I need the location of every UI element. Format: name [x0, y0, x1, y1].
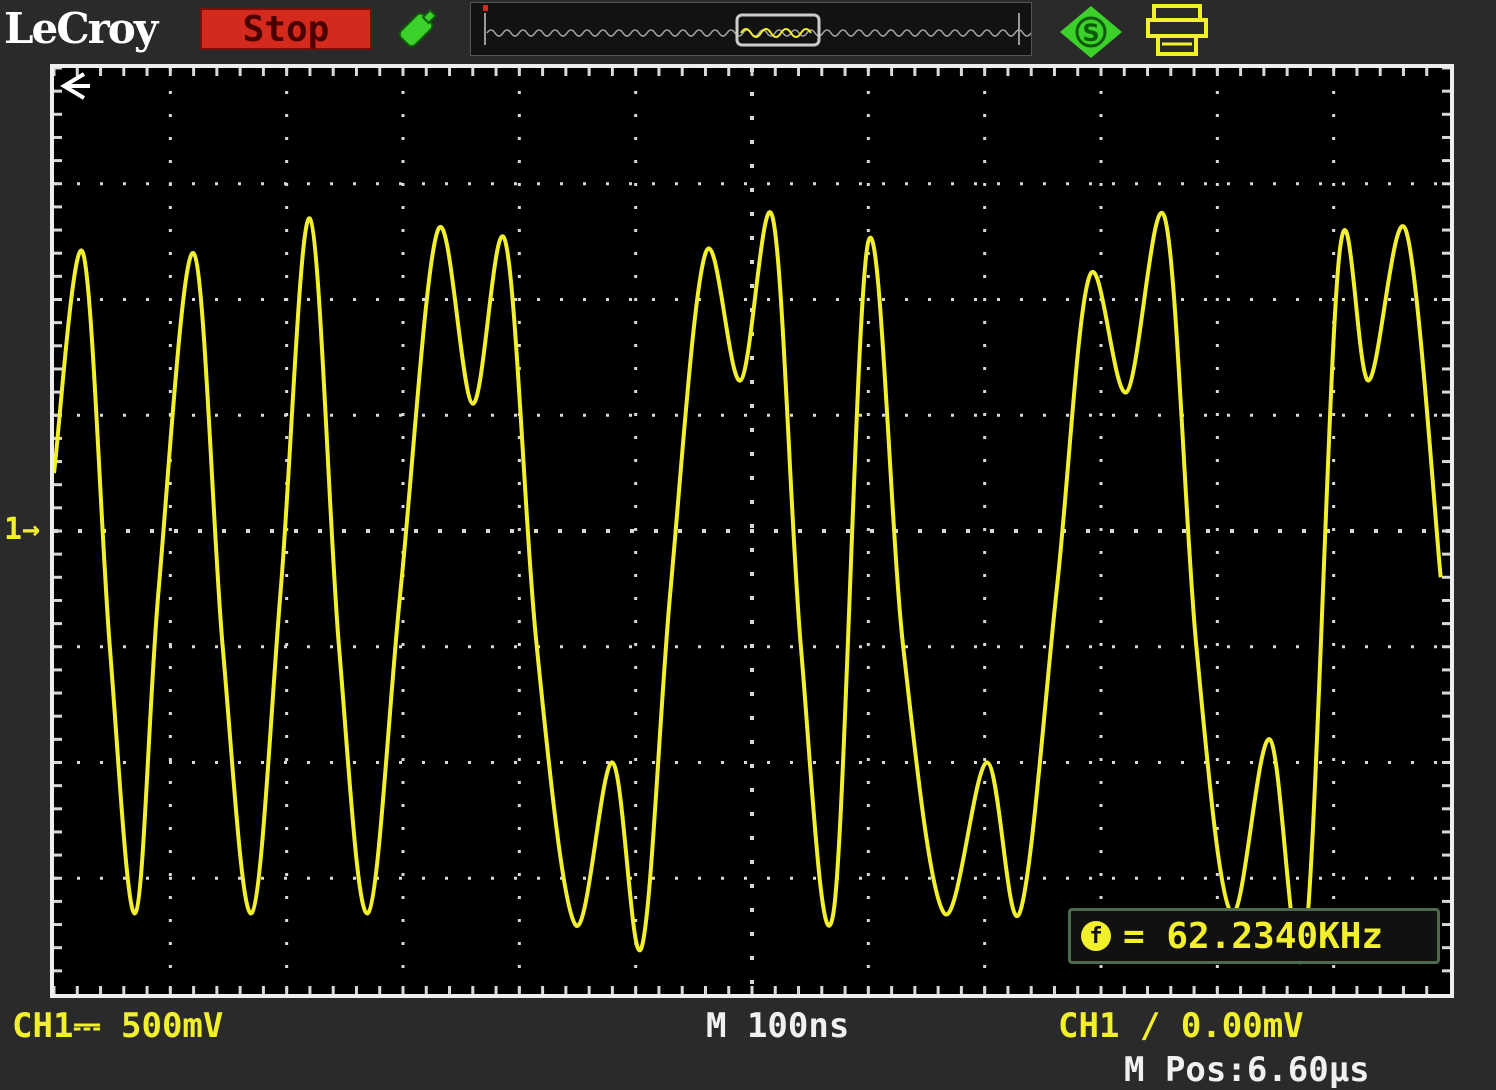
ch1-waveform-trace: [54, 210, 1443, 964]
record-overview-strip[interactable]: [470, 2, 1032, 56]
timebase-readout: M 100ns: [706, 1006, 850, 1046]
trigger-marker: [483, 5, 488, 11]
brand-logo: LeCroy: [4, 4, 158, 53]
s-icon[interactable]: S: [1056, 4, 1126, 60]
horizontal-position-readout: M Pos:6.60µs: [1124, 1050, 1370, 1090]
top-toolbar: LeCroy Stop S: [0, 0, 1496, 60]
back-arrow-icon: [60, 72, 90, 100]
printer-icon[interactable]: [1144, 2, 1210, 60]
frequency-measurement[interactable]: f = 62.2340KHz: [1068, 908, 1440, 964]
record-waveform: [483, 5, 1032, 47]
waveform-display[interactable]: [50, 64, 1454, 998]
run-stop-button[interactable]: Stop: [200, 8, 372, 50]
channel1-ground-marker: 1→: [4, 512, 41, 547]
trigger-readout: CH1 ∕ 0.00mV: [1058, 1006, 1304, 1046]
probe-icon[interactable]: [386, 2, 446, 58]
svg-text:S: S: [1082, 19, 1099, 47]
frequency-icon: f: [1081, 921, 1111, 951]
frequency-value: = 62.2340KHz: [1123, 915, 1384, 957]
ch1-scale-readout: CH1⎓ 500mV: [12, 1006, 224, 1046]
waveform-plot: [54, 68, 1450, 994]
